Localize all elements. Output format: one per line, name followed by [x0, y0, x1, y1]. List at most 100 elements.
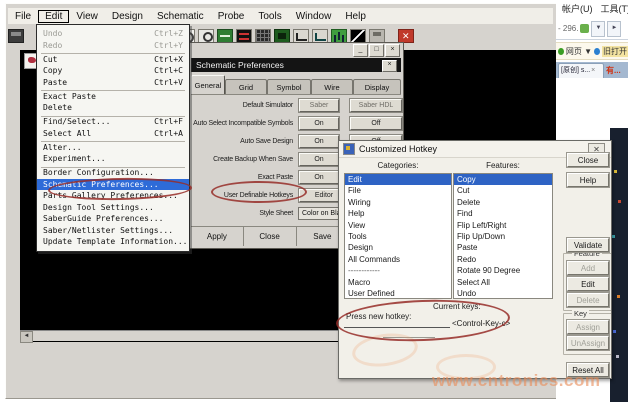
bookmark-left-label[interactable]: 网页 ▼	[566, 46, 592, 57]
menu-tools[interactable]: Tools	[251, 10, 288, 23]
feature-rotate-90-degree[interactable]: Rotate 90 Degree	[454, 265, 552, 276]
scroll-left-icon[interactable]: ◄	[20, 331, 33, 343]
category-user-defined[interactable]: User Defined	[345, 288, 451, 299]
menu-design[interactable]: Design	[105, 10, 150, 23]
bus-wire-icon[interactable]	[312, 29, 328, 43]
bookmark-right-label[interactable]: 旧打开	[602, 46, 628, 57]
help-button[interactable]: Help	[567, 173, 609, 187]
edit-menu-item-design-tool-settings[interactable]: Design Tool Settings...	[37, 202, 189, 214]
add-button[interactable]: Add	[567, 261, 609, 275]
edit-menu-item-alter[interactable]: Alter...	[37, 142, 189, 154]
tab-symbol[interactable]: Symbol	[267, 79, 311, 94]
delete-button[interactable]: Delete	[567, 293, 609, 307]
edit-menu-item-delete[interactable]: Delete	[37, 102, 189, 114]
edit-menu-item-redo[interactable]: RedoCtrl+Y	[37, 40, 189, 52]
feature-flip-left-right[interactable]: Flip Left/Right	[454, 220, 552, 231]
apply-button[interactable]: Apply	[191, 227, 244, 246]
validate-button[interactable]: Validate	[567, 238, 609, 252]
unassign-button[interactable]: UnAssign	[567, 336, 609, 350]
category-file[interactable]: File	[345, 185, 451, 196]
feature-undo[interactable]: Undo	[454, 288, 552, 299]
parts-stack-icon[interactable]	[217, 29, 233, 43]
category-tools[interactable]: Tools	[345, 231, 451, 242]
saber-hdl-button[interactable]: Saber HDL	[350, 99, 402, 112]
prefs-close-icon[interactable]: ×	[382, 60, 397, 72]
off-button[interactable]: Off	[350, 117, 402, 130]
edit-menu-item-undo[interactable]: UndoCtrl+Z	[37, 28, 189, 40]
menu-probe[interactable]: Probe	[211, 10, 252, 23]
feature-copy[interactable]: Copy	[454, 174, 552, 185]
close-button[interactable]: Close	[244, 227, 297, 246]
features-listbox[interactable]: CopyCutDeleteFindFlip Left/RightFlip Up/…	[453, 173, 553, 299]
feature-redo[interactable]: Redo	[454, 254, 552, 265]
marker-icon[interactable]	[350, 29, 366, 43]
feature-select-all[interactable]: Select All	[454, 277, 552, 288]
edit-menu-item-find-select[interactable]: Find/Select...Ctrl+F	[37, 116, 189, 128]
pref-row-label: Auto Save Design	[240, 138, 293, 145]
edit-menu-item-saberguide-preferences[interactable]: SaberGuide Preferences...	[37, 213, 189, 225]
edit-menu-item-update-template-information[interactable]: Update Template Information...	[37, 236, 189, 248]
feature-find[interactable]: Find	[454, 208, 552, 219]
tab-close-icon[interactable]: ×	[591, 67, 595, 74]
wire-icon[interactable]	[293, 29, 309, 43]
edit-menu-item-experiment[interactable]: Experiment...	[37, 153, 189, 165]
browser-tab-bar: [原创] s...× 有...	[556, 62, 628, 78]
on-button[interactable]: On	[299, 135, 339, 148]
prefs-maximize-icon[interactable]: □	[369, 44, 384, 57]
feature-cut[interactable]: Cut	[454, 185, 552, 196]
category-all-commands[interactable]: All Commands	[345, 254, 451, 265]
close-button[interactable]: Close	[567, 153, 609, 167]
print-icon[interactable]	[369, 29, 385, 43]
tab-grid[interactable]: Grid	[225, 79, 267, 94]
saber-button[interactable]: Saber	[299, 99, 339, 112]
menu-item-label: Delete	[43, 102, 183, 114]
prefs-close-icon[interactable]: ×	[385, 44, 400, 57]
feature-flip-up-down[interactable]: Flip Up/Down	[454, 231, 552, 242]
edit-menu-item-paste[interactable]: PasteCtrl+V	[37, 77, 189, 89]
category-view[interactable]: View	[345, 220, 451, 231]
grid-icon[interactable]	[255, 29, 271, 43]
window-icon[interactable]	[8, 29, 24, 43]
assign-button[interactable]: Assign	[567, 320, 609, 334]
category-[interactable]: ------------	[345, 265, 451, 276]
tab-display[interactable]: Display	[353, 79, 401, 94]
category-help[interactable]: Help	[345, 208, 451, 219]
edit-menu-item-cut[interactable]: CutCtrl+X	[37, 54, 189, 66]
categories-listbox[interactable]: EditFileWiringHelpViewToolsDesignAll Com…	[344, 173, 452, 299]
canvas-icon[interactable]	[274, 29, 290, 43]
category-wiring[interactable]: Wiring	[345, 197, 451, 208]
on-button[interactable]: On	[299, 117, 339, 130]
edit-menu-item-saber-netlister-settings[interactable]: Saber/Netlister Settings...	[37, 225, 189, 237]
edit-menu-item-exact-paste[interactable]: Exact Paste	[37, 91, 189, 103]
edit-menu-item-select-all[interactable]: Select AllCtrl+A	[37, 128, 189, 140]
green-badge-icon	[580, 24, 589, 33]
feature-delete[interactable]: Delete	[454, 197, 552, 208]
netlist-icon[interactable]	[236, 29, 252, 43]
menu-window[interactable]: Window	[289, 10, 339, 23]
probe-icon[interactable]	[331, 29, 347, 43]
edit-button[interactable]: Edit	[567, 277, 609, 291]
edit-menu-item-copy[interactable]: CopyCtrl+C	[37, 65, 189, 77]
menu-help[interactable]: Help	[338, 10, 373, 23]
menu-edit[interactable]: Edit	[38, 10, 69, 23]
category-design[interactable]: Design	[345, 242, 451, 253]
magnifier-icon[interactable]	[198, 29, 214, 43]
prefs-minimize-icon[interactable]: _	[353, 44, 368, 57]
browser-tab[interactable]: [原创] s...×	[558, 63, 604, 78]
category-macro[interactable]: Macro	[345, 277, 451, 288]
tab-wire[interactable]: Wire	[311, 79, 353, 94]
simulate-icon[interactable]	[398, 29, 414, 43]
browser-menu-t[interactable]: 工具(T)	[601, 2, 628, 16]
menu-view[interactable]: View	[69, 10, 105, 23]
feature-paste[interactable]: Paste	[454, 242, 552, 253]
dropdown-arrow-icon[interactable]: ▼	[591, 21, 605, 37]
tab-general[interactable]: General	[191, 75, 225, 94]
menu-file[interactable]: File	[8, 10, 38, 23]
browser-menu-u[interactable]: 帐户(U)	[562, 2, 593, 16]
category-edit[interactable]: Edit	[345, 174, 451, 185]
menu-schematic[interactable]: Schematic	[150, 10, 211, 23]
on-button[interactable]: On	[299, 153, 339, 166]
go-arrow-icon[interactable]: ►	[607, 21, 621, 37]
on-button[interactable]: On	[299, 171, 339, 184]
page-speckle	[618, 200, 621, 203]
